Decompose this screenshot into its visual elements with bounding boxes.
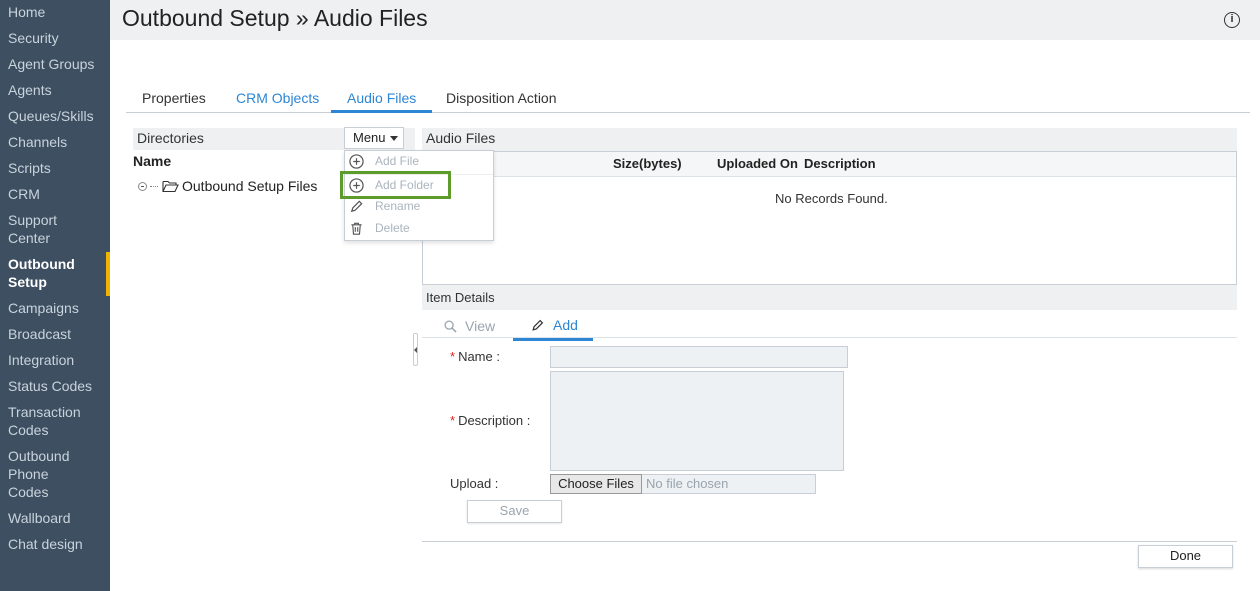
sidebar-item-scripts[interactable]: Scripts <box>0 156 110 182</box>
tab-view-label: View <box>465 318 496 334</box>
menu-button[interactable]: Menu <box>344 127 404 149</box>
sidebar-item-security[interactable]: Security <box>0 26 110 52</box>
tab-add[interactable]: Add <box>513 315 593 341</box>
description-label: * Description : <box>450 413 531 428</box>
info-icon[interactable]: i <box>1224 12 1240 28</box>
add-folder-highlight <box>340 171 451 199</box>
item-details-title: Item Details <box>426 290 495 305</box>
menu-item-label: Delete <box>375 221 410 235</box>
collapse-toggle-icon[interactable] <box>138 181 147 191</box>
tab-properties[interactable]: Properties <box>126 89 222 113</box>
directories-name-column: Name <box>133 153 172 169</box>
tab-audio-files[interactable]: Audio Files <box>331 89 433 113</box>
menu-label: Menu <box>353 130 386 145</box>
item-details-tabs: View Add <box>422 310 1237 341</box>
menu-item-label: Rename <box>375 199 421 213</box>
name-label: * Name : <box>450 349 500 364</box>
sidebar-item-home[interactable]: Home <box>0 0 110 26</box>
sidebar-item-broadcast[interactable]: Broadcast <box>0 322 110 348</box>
sidebar-item-outbound-phone-codes[interactable]: Outbound Phone Codes <box>0 444 100 506</box>
sidebar-item-wallboard[interactable]: Wallboard <box>0 506 110 532</box>
column-uploaded-on[interactable]: Uploaded On <box>717 156 798 171</box>
description-textarea[interactable] <box>550 371 844 471</box>
divider <box>422 541 1237 542</box>
choose-files-button[interactable]: Choose Files <box>550 474 642 494</box>
sidebar-item-integration[interactable]: Integration <box>0 348 110 374</box>
done-button[interactable]: Done <box>1138 545 1233 568</box>
file-chosen-text: No file chosen <box>642 474 816 494</box>
folder-open-icon <box>162 180 179 193</box>
grid-header-row: Size(bytes) Uploaded On Description <box>423 152 1236 177</box>
sidebar-item-agent-groups[interactable]: Agent Groups <box>0 52 110 78</box>
tree-connector <box>150 185 158 187</box>
audio-files-header: Audio Files <box>422 128 1237 151</box>
sidebar-item-outbound-setup[interactable]: Outbound Setup <box>0 252 110 296</box>
empty-state-text: No Records Found. <box>775 191 888 206</box>
column-size[interactable]: Size(bytes) <box>613 156 682 171</box>
save-button[interactable]: Save <box>467 500 562 523</box>
sidebar-item-agents[interactable]: Agents <box>0 78 110 104</box>
sidebar-item-campaigns[interactable]: Campaigns <box>0 296 110 322</box>
sidebar-item-channels[interactable]: Channels <box>0 130 110 156</box>
tree-node-root[interactable]: Outbound Setup Files <box>138 178 317 194</box>
tab-view[interactable]: View <box>444 315 495 337</box>
page-title: Outbound Setup » Audio Files <box>122 5 428 31</box>
tab-crm-objects[interactable]: CRM Objects <box>220 89 335 113</box>
upload-label: Upload : <box>450 476 499 491</box>
sidebar-item-status-codes[interactable]: Status Codes <box>0 374 110 400</box>
tab-add-label: Add <box>553 316 578 333</box>
audio-files-title: Audio Files <box>426 130 496 146</box>
item-details-header: Item Details <box>422 285 1237 310</box>
directories-header: Directories Menu <box>133 127 415 150</box>
trash-icon <box>351 222 362 235</box>
sidebar-item-support-center[interactable]: Support Center <box>0 208 80 252</box>
menu-item-delete[interactable]: Delete <box>345 218 493 240</box>
sidebar-item-crm[interactable]: CRM <box>0 182 110 208</box>
tab-disposition-action[interactable]: Disposition Action <box>430 89 573 113</box>
tree-node-label: Outbound Setup Files <box>182 178 318 194</box>
page-header: Outbound Setup » Audio Files i <box>110 0 1260 40</box>
pencil-icon <box>350 200 363 213</box>
plus-circle-icon <box>349 154 364 169</box>
column-description[interactable]: Description <box>804 156 876 171</box>
sidebar-item-queues-skills[interactable]: Queues/Skills <box>0 104 110 130</box>
audio-files-grid: Size(bytes) Uploaded On Description No R… <box>422 151 1237 285</box>
tab-bar: Properties CRM Objects Audio Files Dispo… <box>126 87 1250 113</box>
sidebar: Home Security Agent Groups Agents Queues… <box>0 0 110 591</box>
caret-down-icon <box>389 136 398 142</box>
panel-collapse-handle[interactable] <box>413 333 418 366</box>
sidebar-item-chat-design[interactable]: Chat design <box>0 532 110 558</box>
name-input[interactable] <box>550 346 848 368</box>
sidebar-item-transaction-codes[interactable]: Transaction Codes <box>0 400 95 444</box>
menu-item-label: Add File <box>375 154 420 168</box>
name-label-text: Name : <box>458 349 500 364</box>
pencil-icon <box>532 319 544 331</box>
menu-item-add-file[interactable]: Add File <box>345 151 493 173</box>
search-icon <box>444 319 457 333</box>
description-label-text: Description : <box>458 413 531 428</box>
menu-item-rename[interactable]: Rename <box>345 196 493 218</box>
directories-title: Directories <box>137 130 204 146</box>
